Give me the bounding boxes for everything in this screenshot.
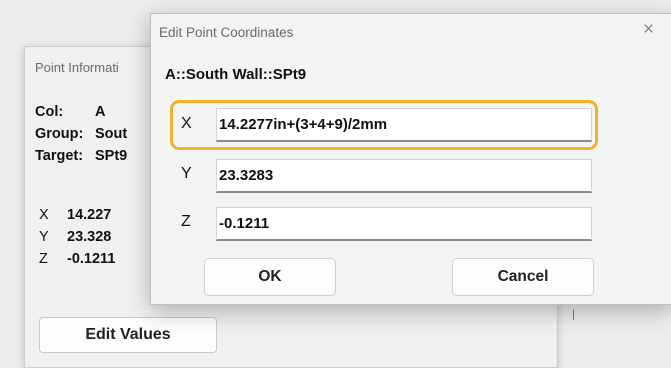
coord-y-value: 23.328: [67, 229, 112, 245]
col-value: A: [95, 104, 106, 120]
coord-x-value: 14.227: [67, 207, 112, 223]
x-axis-label: X: [181, 115, 192, 132]
point-path-label: A::South Wall::SPt9: [165, 66, 307, 83]
group-label: Group:: [35, 126, 84, 142]
col-label: Col:: [35, 104, 64, 120]
coord-x-label: X: [39, 207, 49, 223]
coord-y-label: Y: [39, 229, 49, 245]
dialog-title: Edit Point Coordinates: [159, 25, 294, 40]
edit-point-coordinates-dialog: Edit Point Coordinates × A::South Wall::…: [150, 13, 671, 305]
point-information-title: Point Informati: [35, 60, 119, 75]
target-value: SPt9: [95, 148, 128, 164]
y-axis-label: Y: [181, 165, 192, 182]
x-coordinate-input[interactable]: [216, 108, 592, 142]
close-icon[interactable]: ×: [643, 19, 654, 41]
cancel-button[interactable]: Cancel: [452, 258, 594, 296]
group-value: Sout: [95, 126, 128, 142]
target-label: Target:: [35, 148, 84, 164]
y-coordinate-input[interactable]: [216, 159, 592, 193]
coord-z-label: Z: [39, 251, 48, 267]
coord-z-value: -0.1211: [67, 251, 116, 267]
z-coordinate-input[interactable]: [216, 207, 592, 241]
ok-button[interactable]: OK: [204, 258, 336, 296]
edit-values-button[interactable]: Edit Values: [39, 317, 217, 353]
window-edge-mark: [573, 310, 574, 320]
z-axis-label: Z: [181, 213, 191, 230]
